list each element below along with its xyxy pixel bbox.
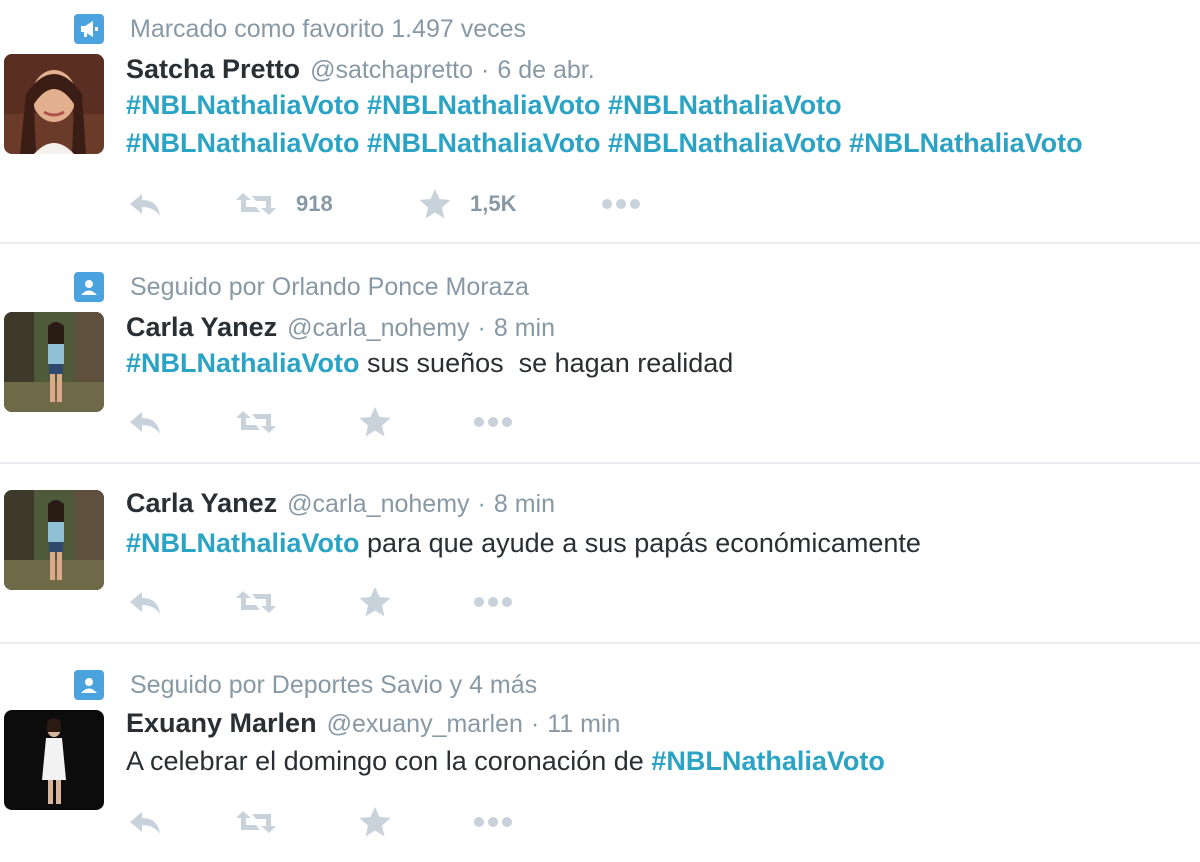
- more-options-button[interactable]: [472, 402, 514, 442]
- tweet[interactable]: Carla Yanez @carla_nohemy · 8 min #NBLNa…: [0, 464, 1200, 642]
- tweet-timestamp[interactable]: 8 min: [494, 490, 555, 519]
- reply-button[interactable]: [126, 802, 164, 842]
- tweet-timestamp[interactable]: 8 min: [494, 314, 555, 343]
- separator: ·: [477, 314, 486, 342]
- retweet-icon: [234, 588, 278, 616]
- tweet-text-line[interactable]: #NBLNathaliaVoto #NBLNathaliaVoto #NBLNa…: [126, 90, 842, 121]
- tweet[interactable]: Marcado como favorito 1.497 veces Satcha…: [0, 0, 1200, 242]
- person-icon: [74, 272, 104, 302]
- hashtag-link[interactable]: #NBLNathaliaVoto: [126, 348, 360, 378]
- tweet-actions: 918 1,5K: [126, 184, 686, 224]
- star-icon: [418, 188, 452, 220]
- avatar[interactable]: [4, 312, 104, 412]
- more-options-button[interactable]: [472, 802, 514, 842]
- star-icon: [358, 586, 392, 618]
- user-fullname[interactable]: Carla Yanez: [126, 312, 277, 343]
- avatar[interactable]: [4, 710, 104, 810]
- tweet-text-content: para que ayude a sus papás económicament…: [359, 528, 921, 558]
- user-fullname[interactable]: Satcha Pretto: [126, 54, 300, 85]
- tweet[interactable]: Seguido por Orlando Ponce Moraza Carla Y…: [0, 244, 1200, 462]
- hashtag-link[interactable]: #NBLNathaliaVoto: [651, 746, 885, 776]
- avatar[interactable]: [4, 490, 104, 590]
- tweet-timestamp[interactable]: 11 min: [547, 710, 620, 739]
- user-handle[interactable]: @exuany_marlen: [327, 710, 523, 739]
- favorite-count: 1,5K: [470, 191, 517, 216]
- more-options-button[interactable]: [600, 184, 642, 224]
- tweet-actions: [126, 802, 686, 842]
- separator: ·: [530, 710, 540, 738]
- avatar[interactable]: [4, 54, 104, 154]
- hashtag-link[interactable]: #NBLNathaliaVoto: [126, 528, 360, 558]
- tweet-text-content: sus sueños se hagan realidad: [359, 348, 734, 378]
- retweet-count: 918: [296, 191, 333, 216]
- tweet-actions: [126, 402, 686, 442]
- tweet-context: Marcado como favorito 1.497 veces: [74, 14, 526, 44]
- more-icon: [472, 595, 514, 609]
- tweet-text-line[interactable]: #NBLNathaliaVoto #NBLNathaliaVoto #NBLNa…: [126, 128, 1083, 159]
- favorite-button[interactable]: [358, 402, 392, 442]
- context-text: Seguido por Orlando Ponce Moraza: [130, 272, 529, 301]
- favorite-button[interactable]: 1,5K: [418, 184, 516, 224]
- retweet-button[interactable]: [234, 802, 278, 842]
- reply-button[interactable]: [126, 402, 164, 442]
- retweet-icon: [234, 408, 278, 436]
- context-text: Seguido por Deportes Savio y 4 más: [130, 670, 538, 699]
- context-text: Marcado como favorito 1.497 veces: [130, 14, 527, 43]
- tweet[interactable]: Seguido por Deportes Savio y 4 más Exuan…: [0, 644, 1200, 862]
- tweet-header: Exuany Marlen @exuany_marlen · 11 min: [126, 708, 620, 739]
- favorite-button[interactable]: [358, 802, 392, 842]
- user-fullname[interactable]: Carla Yanez: [126, 488, 277, 519]
- user-fullname[interactable]: Exuany Marlen: [126, 708, 317, 739]
- tweet-header: Satcha Pretto @satchapretto · 6 de abr.: [126, 54, 595, 85]
- megaphone-icon: [74, 14, 104, 44]
- separator: ·: [481, 56, 490, 84]
- more-options-button[interactable]: [472, 582, 514, 622]
- reply-icon: [126, 588, 164, 616]
- user-handle[interactable]: @carla_nohemy: [287, 314, 469, 343]
- reply-button[interactable]: [126, 582, 164, 622]
- reply-icon: [126, 808, 164, 836]
- reply-icon: [126, 408, 164, 436]
- retweet-button[interactable]: 918: [234, 184, 333, 224]
- retweet-button[interactable]: [234, 582, 278, 622]
- favorite-button[interactable]: [358, 582, 392, 622]
- retweet-button[interactable]: [234, 402, 278, 442]
- separator: ·: [477, 490, 486, 518]
- tweet-actions: [126, 582, 686, 622]
- tweet-context: Seguido por Orlando Ponce Moraza: [74, 272, 529, 302]
- retweet-icon: [234, 190, 278, 218]
- user-handle[interactable]: @carla_nohemy: [287, 490, 469, 519]
- reply-button[interactable]: [126, 184, 164, 224]
- tweet-context: Seguido por Deportes Savio y 4 más: [74, 670, 537, 700]
- tweet-text: #NBLNathaliaVoto para que ayude a sus pa…: [126, 528, 921, 559]
- tweet-header: Carla Yanez @carla_nohemy · 8 min: [126, 312, 555, 343]
- user-handle[interactable]: @satchapretto: [310, 56, 473, 85]
- retweet-icon: [234, 808, 278, 836]
- tweet-header: Carla Yanez @carla_nohemy · 8 min: [126, 488, 555, 519]
- person-icon: [74, 670, 104, 700]
- tweet-text: A celebrar el domingo con la coronación …: [126, 746, 885, 777]
- star-icon: [358, 806, 392, 838]
- tweet-text: #NBLNathaliaVoto sus sueños se hagan rea…: [126, 348, 733, 379]
- more-icon: [472, 415, 514, 429]
- tweet-text-content: A celebrar el domingo con la coronación …: [126, 746, 652, 776]
- star-icon: [358, 406, 392, 438]
- tweet-timestamp[interactable]: 6 de abr.: [497, 56, 594, 85]
- more-icon: [600, 197, 642, 211]
- more-icon: [472, 815, 514, 829]
- reply-icon: [126, 190, 164, 218]
